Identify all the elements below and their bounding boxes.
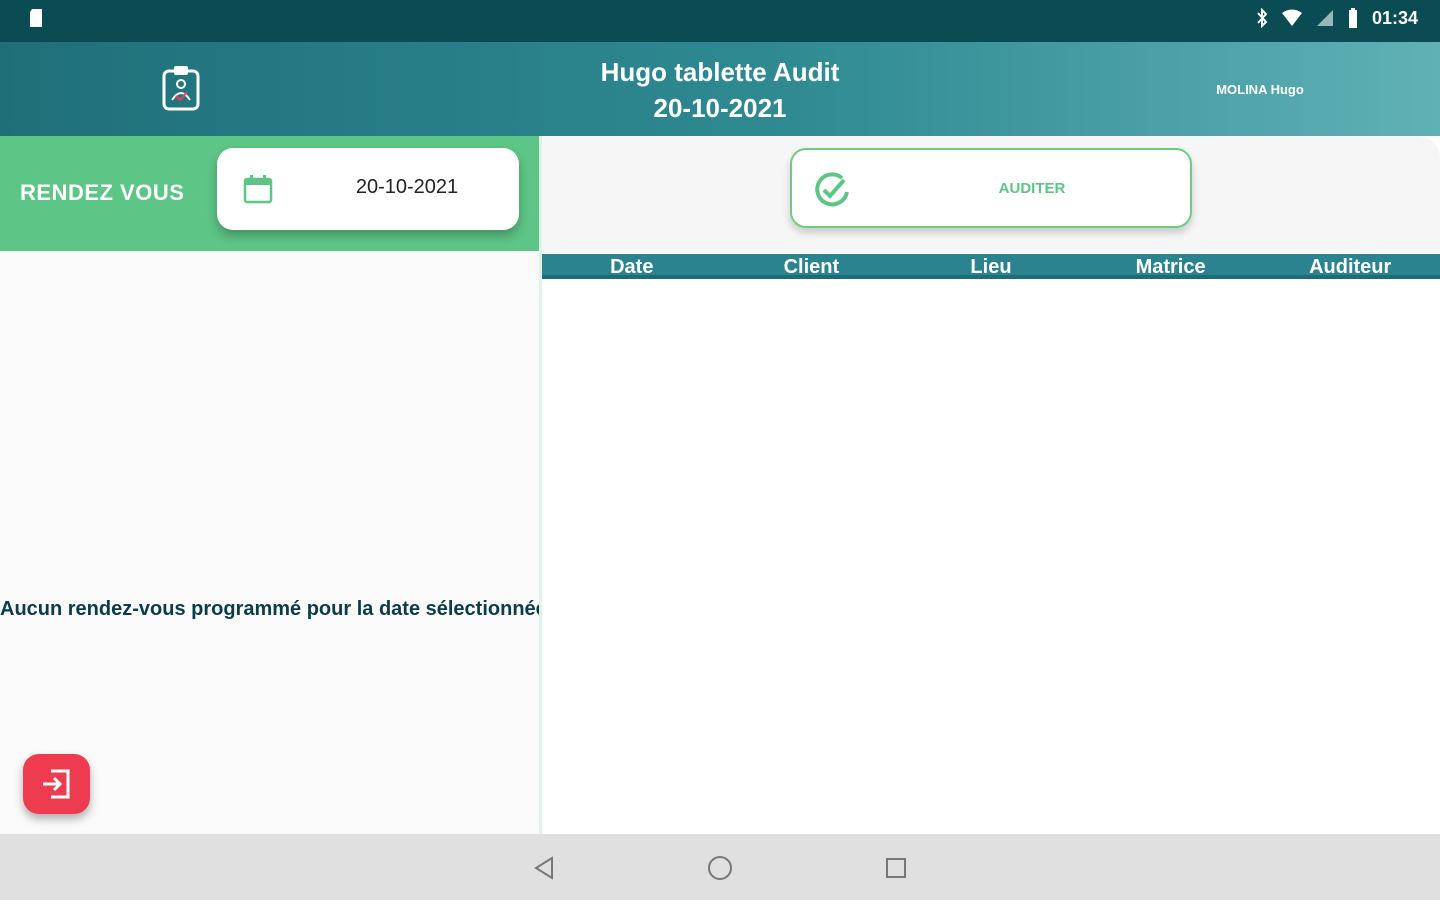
user-name: MOLINA Hugo bbox=[1216, 82, 1304, 97]
status-time: 01:34 bbox=[1371, 7, 1418, 28]
audits-toolbar: AUDITER bbox=[542, 136, 1440, 253]
status-icons: 01:34 bbox=[1256, 8, 1418, 28]
selected-date: 20-10-2021 bbox=[355, 176, 459, 198]
signal-icon bbox=[1316, 10, 1333, 26]
recents-icon[interactable] bbox=[882, 854, 910, 882]
calendar-icon bbox=[243, 175, 273, 204]
battery-icon bbox=[1348, 8, 1357, 28]
clipboard-audit-icon bbox=[162, 66, 200, 111]
empty-appointments-message: Aucun rendez-vous programmé pour la date… bbox=[0, 598, 540, 620]
logout-icon bbox=[43, 769, 70, 799]
app-title: Hugo tablette Audit bbox=[600, 57, 840, 87]
check-badge-icon bbox=[815, 172, 849, 207]
app-header: Hugo tablette Audit 20-10-2021 MOLINA Hu… bbox=[0, 42, 1440, 136]
audits-table-header: Date Client Lieu Matrice Auditeur bbox=[542, 254, 1440, 279]
page-title: Hugo tablette Audit 20-10-2021 bbox=[420, 54, 1020, 126]
bluetooth-icon bbox=[1257, 8, 1268, 28]
sd-card-icon bbox=[30, 9, 42, 27]
date-picker-button[interactable]: 20-10-2021 bbox=[217, 148, 519, 230]
status-bar: 01:34 bbox=[0, 0, 1440, 42]
navigation-bar bbox=[0, 834, 1440, 900]
column-client: Client bbox=[783, 256, 840, 278]
home-icon[interactable] bbox=[706, 854, 734, 882]
wifi-icon bbox=[1281, 9, 1302, 26]
audits-panel: AUDITER Date Client Lieu Matrice Auditeu… bbox=[542, 136, 1440, 834]
appointments-label: RENDEZ VOUS bbox=[20, 180, 185, 205]
logout-button[interactable] bbox=[23, 754, 90, 814]
column-location: Lieu bbox=[970, 256, 1012, 278]
appointments-panel: RENDEZ VOUS 20-10-2021 Aucun rendez-vous… bbox=[0, 136, 540, 834]
column-auditor: Auditeur bbox=[1309, 256, 1392, 278]
header-date: 20-10-2021 bbox=[653, 93, 787, 123]
audit-button[interactable]: AUDITER bbox=[790, 148, 1192, 228]
audit-button-label: AUDITER bbox=[998, 180, 1066, 197]
appointments-header: RENDEZ VOUS 20-10-2021 bbox=[0, 136, 540, 251]
column-date: Date bbox=[610, 256, 654, 278]
column-matrix: Matrice bbox=[1135, 256, 1206, 278]
back-icon[interactable] bbox=[530, 854, 558, 882]
